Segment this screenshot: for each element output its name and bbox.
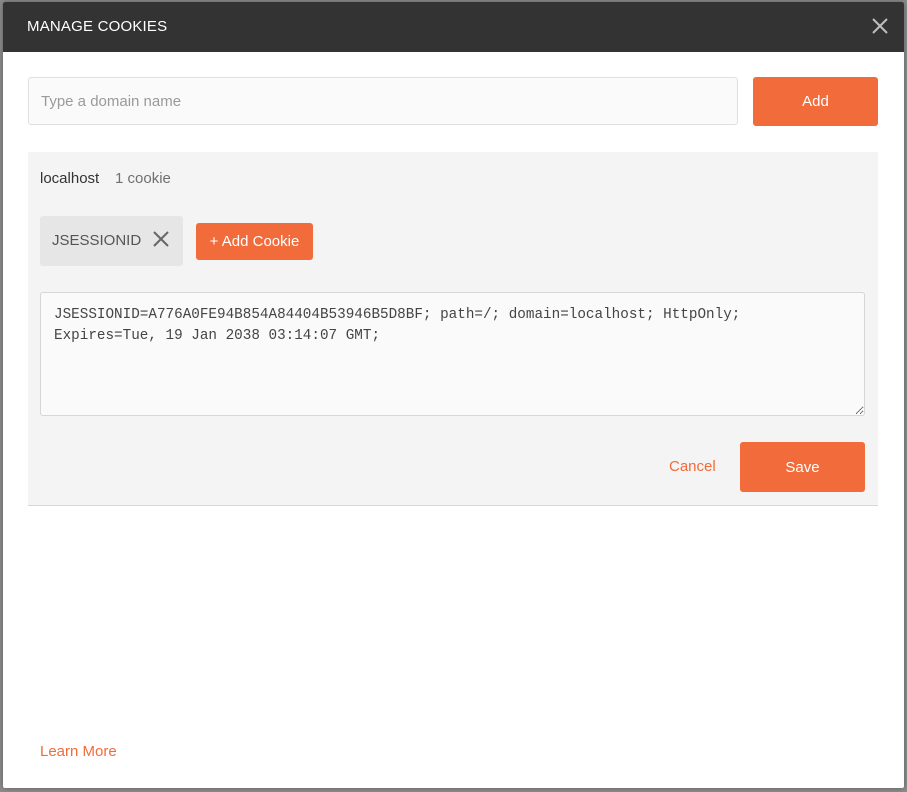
add-cookie-button[interactable]: + Add Cookie — [196, 223, 313, 260]
learn-more-link[interactable]: Learn More — [40, 743, 117, 760]
close-icon[interactable] — [152, 230, 170, 248]
domain-name-input[interactable] — [28, 77, 738, 125]
dialog-title: MANAGE COOKIES — [27, 18, 168, 35]
cookie-editor-textarea[interactable] — [40, 292, 865, 416]
cookie-count: 1 cookie — [115, 170, 171, 187]
cookie-name[interactable]: JSESSIONID — [52, 232, 141, 249]
close-icon[interactable] — [870, 16, 890, 36]
domain-name: localhost — [40, 170, 100, 187]
manage-cookies-dialog: MANAGE COOKIES Add localhost 1 cookie JS… — [3, 2, 904, 788]
domain-panel-localhost: localhost 1 cookie JSESSIONID + Add Cook… — [28, 152, 878, 506]
add-domain-button[interactable]: Add — [753, 77, 878, 126]
dialog-header: MANAGE COOKIES — [3, 2, 904, 52]
cookie-chip-jsessionid[interactable]: JSESSIONID — [40, 216, 183, 266]
cancel-button[interactable]: Cancel — [669, 458, 716, 475]
save-button[interactable]: Save — [740, 442, 865, 492]
